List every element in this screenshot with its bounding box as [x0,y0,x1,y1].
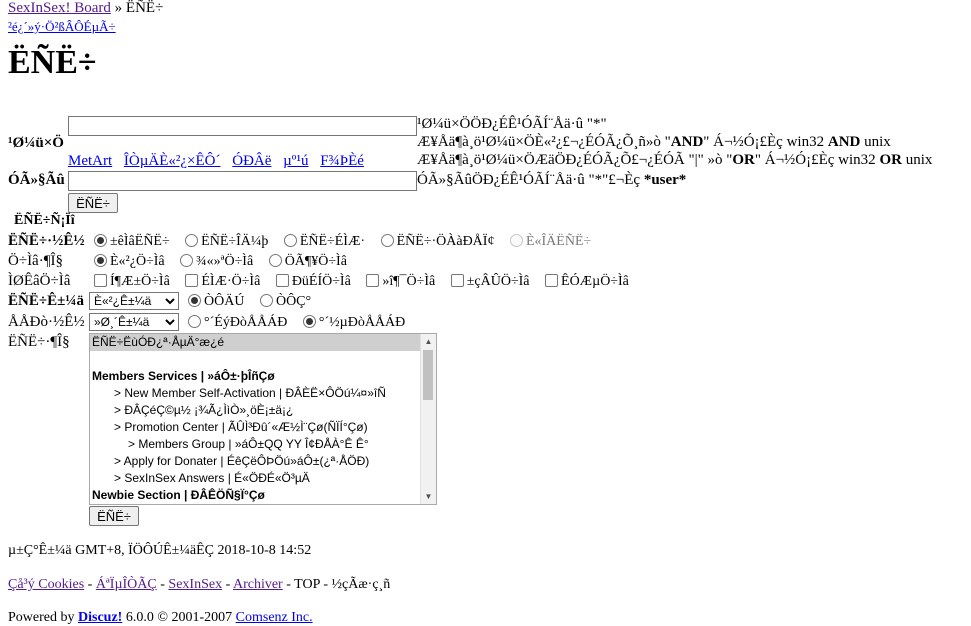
order-label: ÅÅÐò·½Ê½ [8,314,85,330]
order-asc[interactable]: °´ÉýÐòÅÅÁÐ [188,315,287,331]
forum-group-members[interactable]: Members Services | »áÔ±·þÎñÇø [90,368,436,385]
quick-link-3[interactable]: ÓÐÂë [232,153,271,169]
points-policy-link[interactable]: ²é¿´»ý·Ö²ßÂÔÉµÃ÷ [8,19,116,34]
forum-group-newbie[interactable]: Newbie Section | ÐÂÊÖÑ§Ï°Çø [90,487,436,504]
special-label: ÌØÊâÖ÷Ìâ [8,273,71,289]
radio-icon[interactable] [380,234,394,248]
mode-option-category[interactable]: ËÑË÷·ÖÀàÐÅÏ¢ [380,234,494,250]
radio-icon[interactable] [302,315,316,329]
mode-option-title[interactable]: ±êÌâËÑË÷ [94,234,170,250]
quick-link-5[interactable]: F¾ÞÈé [320,153,364,169]
mode-option-goods[interactable]: ËÑË÷ÉÌÆ· [283,234,365,250]
checkbox-icon[interactable] [94,274,107,288]
time-select[interactable]: È«²¿Ê±¼ä [89,292,179,310]
radio-icon[interactable] [180,254,194,268]
archiver-link[interactable]: Archiver [233,577,283,592]
forum-listbox[interactable]: ËÑË÷ËùÓÐ¿ª·ÅµÄ°æ¿é Members Services | »á… [89,333,437,505]
breadcrumb: SexInSex! Board » ËÑË÷ [8,0,163,17]
order-desc[interactable]: °´½µÐòÅÅÁÐ [302,315,405,331]
clear-cookies-link[interactable]: Çå³ý Cookies [8,577,84,592]
order-radio: °´ÉýÐòÅÅÁÐ °´½µÐòÅÅÁÐ [188,315,417,331]
special-option-poll[interactable]: Í¶Æ±Ö÷Ìâ [94,274,170,290]
keyword-hint-or: Æ¥Åä¶à¸ö¹Ø¼ü×ÖÆäÖÐ¿ÉÓÃ¿Õ£¬¿ÉÓÃ "|" »ò "O… [417,152,933,168]
time-within[interactable]: ÒÔÄÚ [188,294,244,310]
style-selector[interactable]: ½çÃæ·ç¸ñ [332,577,391,592]
scroll-thumb[interactable] [423,350,433,400]
checkbox-icon[interactable] [450,274,464,288]
forum-option[interactable]: > Apply for Donater | ÉêÇëÔÞÖú»áÔ±(¿ª·ÅÖ… [90,453,436,470]
special-option-debate[interactable]: ±çÂÛÖ÷Ìâ [450,274,530,290]
breadcrumb-sep: » [114,0,123,16]
time-label: ËÑË÷Ê±¼ä [8,293,85,309]
listbox-scrollbar[interactable]: ▲ ▼ [420,334,436,504]
options-title: ËÑË÷Ñ¡Ïî [14,213,75,228]
radio-icon[interactable] [259,294,273,308]
scope-options: È«²¿Ö÷Ìâ ¾«»ªÖ÷Ìâ ÖÃ¶¥Ö÷Ìâ [94,254,359,270]
special-option-reward[interactable]: ÐüÉÍÖ÷Ìâ [275,274,351,290]
scroll-down-icon[interactable]: ▼ [421,489,436,504]
quick-link-1[interactable]: MetArt [68,153,112,169]
forum-option[interactable]: > Promotion Center | ÃÛÌ³Ðû´«Æ½Ì¨Çø(ÑÏÍ°… [90,419,436,436]
special-option-trade[interactable]: ÉÌÆ·Ö÷Ìâ [185,274,260,290]
scope-option-digest[interactable]: ¾«»ªÖ÷Ìâ [180,254,253,270]
powered-by: Powered by Discuz! 6.0.0 © 2001-2007 Com… [8,610,313,625]
radio-icon[interactable] [268,254,282,268]
keyword-label: ¹Ø¼ü×Ö [8,135,64,151]
checkbox-icon[interactable] [366,274,380,288]
time-radio: ÒÔÄÚ ÒÔÇ° [188,294,323,310]
keyword-hint: ¹Ø¼ü×ÖÖÐ¿ÉÊ¹ÓÃÍ¨Åä·û "*" [417,116,607,132]
scope-option-sticky[interactable]: ÖÃ¶¥Ö÷Ìâ [268,254,347,270]
quick-link-4[interactable]: µº¹ú [283,153,308,169]
discuz-link[interactable]: Discuz! [78,610,122,625]
order-select[interactable]: »Ø¸´Ê±¼ä [89,313,179,331]
breadcrumb-current: ËÑË÷ [125,0,164,16]
radio-icon[interactable] [94,254,107,268]
footer-links: Çå³ý Cookies - ÁªÏµÎÒÃÇ - SexInSex - Arc… [8,577,391,592]
forum-option[interactable]: > New Member Self-Activation | ÐÂÈË×ÔÖú¼… [90,385,436,402]
forum-option-blank[interactable] [90,351,436,368]
scroll-up-icon[interactable]: ▲ [421,334,436,349]
time-before[interactable]: ÒÔÇ° [259,294,311,310]
forum-option[interactable]: > ÐÂÇéÇ©µ½ ¡¾Ã¿ÌìÒ»¸öÈ¡±ä¡¿ [90,402,436,419]
contact-link[interactable]: ÁªÏµÎÒÃÇ [96,577,157,592]
radio-icon[interactable] [188,315,201,329]
comsenz-link[interactable]: Comsenz Inc. [236,610,313,625]
radio-icon[interactable] [185,234,199,248]
mode-options: ±êÌâËÑË÷ ËÑË÷ÎÄ¼þ ËÑË÷ÉÌÆ· ËÑË÷·ÖÀàÐÅÏ¢ … [94,234,603,250]
forum-option[interactable]: > Members Group | »áÔ±QQ YY Î¢ÐÅÀ°Ê Ê° [90,436,436,453]
radio-icon[interactable] [188,294,201,308]
scope-option-all[interactable]: È«²¿Ö÷Ìâ [94,254,165,270]
mode-option-fulltext: È«ÎÄËÑË÷ [509,234,591,250]
server-time: µ±Ç°Ê±¼ä GMT+8, ÏÖÔÚÊ±¼äÊÇ 2018-10-8 14:… [8,543,312,558]
scope-label: Ö÷Ìâ·¶Î§ [8,253,64,269]
radio-icon [509,234,523,248]
top-link[interactable]: TOP [294,577,320,592]
breadcrumb-sub: ²é¿´»ý·Ö²ßÂÔÉµÃ÷ [8,19,116,35]
mode-label: ËÑË÷·½Ê½ [8,233,85,249]
home-link[interactable]: SexInSex [168,577,222,592]
checkbox-icon[interactable] [545,274,559,288]
search-button[interactable]: ËÑË÷ [68,193,118,213]
quick-keyword-links: MetArt ÎÒµÄÈ«²¿×ÊÔ´ ÓÐÂë µº¹ú F¾ÞÈé [68,153,364,170]
forum-label: ËÑË÷·¶Î§ [8,334,70,350]
quick-link-2[interactable]: ÎÒµÄÈ«²¿×ÊÔ´ [124,153,221,169]
keyword-hint-and: Æ¥Åä¶à¸ö¹Ø¼ü×ÖÈ«²¿£¬¿ÉÓÃ¿Õ¸ñ»ò "AND" Á¬½… [417,134,891,150]
checkbox-icon[interactable] [275,274,289,288]
submit-search-button[interactable]: ËÑË÷ [89,506,139,526]
author-input[interactable] [68,171,417,191]
radio-icon[interactable] [94,234,107,248]
forum-option[interactable]: > SexInSex Answers | É«ÖÐÉ«Ö³µÄ [90,470,436,487]
author-hint: ÓÃ»§ÃûÖÐ¿ÉÊ¹ÓÃÍ¨Åä·û "*"£¬Èç *user* [417,172,687,188]
forum-option-all[interactable]: ËÑË÷ËùÓÐ¿ª·ÅµÄ°æ¿é [90,334,436,351]
board-link[interactable]: SexInSex! Board [8,0,111,16]
special-option-video[interactable]: ÊÓÆµÖ÷Ìâ [545,274,629,290]
page-title: ËÑË÷ [8,44,97,81]
special-option-activity[interactable]: »î¶¯Ö÷Ìâ [366,274,435,290]
special-options: Í¶Æ±Ö÷Ìâ ÉÌÆ·Ö÷Ìâ ÐüÉÍÖ÷Ìâ »î¶¯Ö÷Ìâ ±çÂÛ… [94,274,641,290]
mode-option-file[interactable]: ËÑË÷ÎÄ¼þ [185,234,268,250]
checkbox-icon[interactable] [185,274,199,288]
author-label: ÓÃ»§Ãû [8,172,65,188]
radio-icon[interactable] [283,234,297,248]
keyword-input[interactable] [68,116,417,136]
